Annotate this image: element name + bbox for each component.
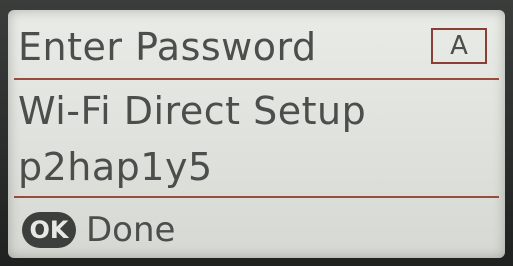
ok-key-icon[interactable]: OK bbox=[22, 212, 76, 248]
footer-bar: OK Done bbox=[22, 210, 175, 250]
footer-divider bbox=[14, 196, 499, 198]
network-label: Wi-Fi Direct Setup bbox=[18, 89, 367, 133]
input-mode-badge[interactable]: A bbox=[431, 28, 487, 64]
title-divider bbox=[14, 78, 499, 80]
done-label: Done bbox=[86, 210, 176, 250]
lcd-screen: Enter Password A Wi-Fi Direct Setup p2ha… bbox=[8, 10, 505, 258]
password-field[interactable]: p2hap1y5 bbox=[18, 144, 505, 190]
printer-panel-bezel: Enter Password A Wi-Fi Direct Setup p2ha… bbox=[0, 0, 513, 266]
